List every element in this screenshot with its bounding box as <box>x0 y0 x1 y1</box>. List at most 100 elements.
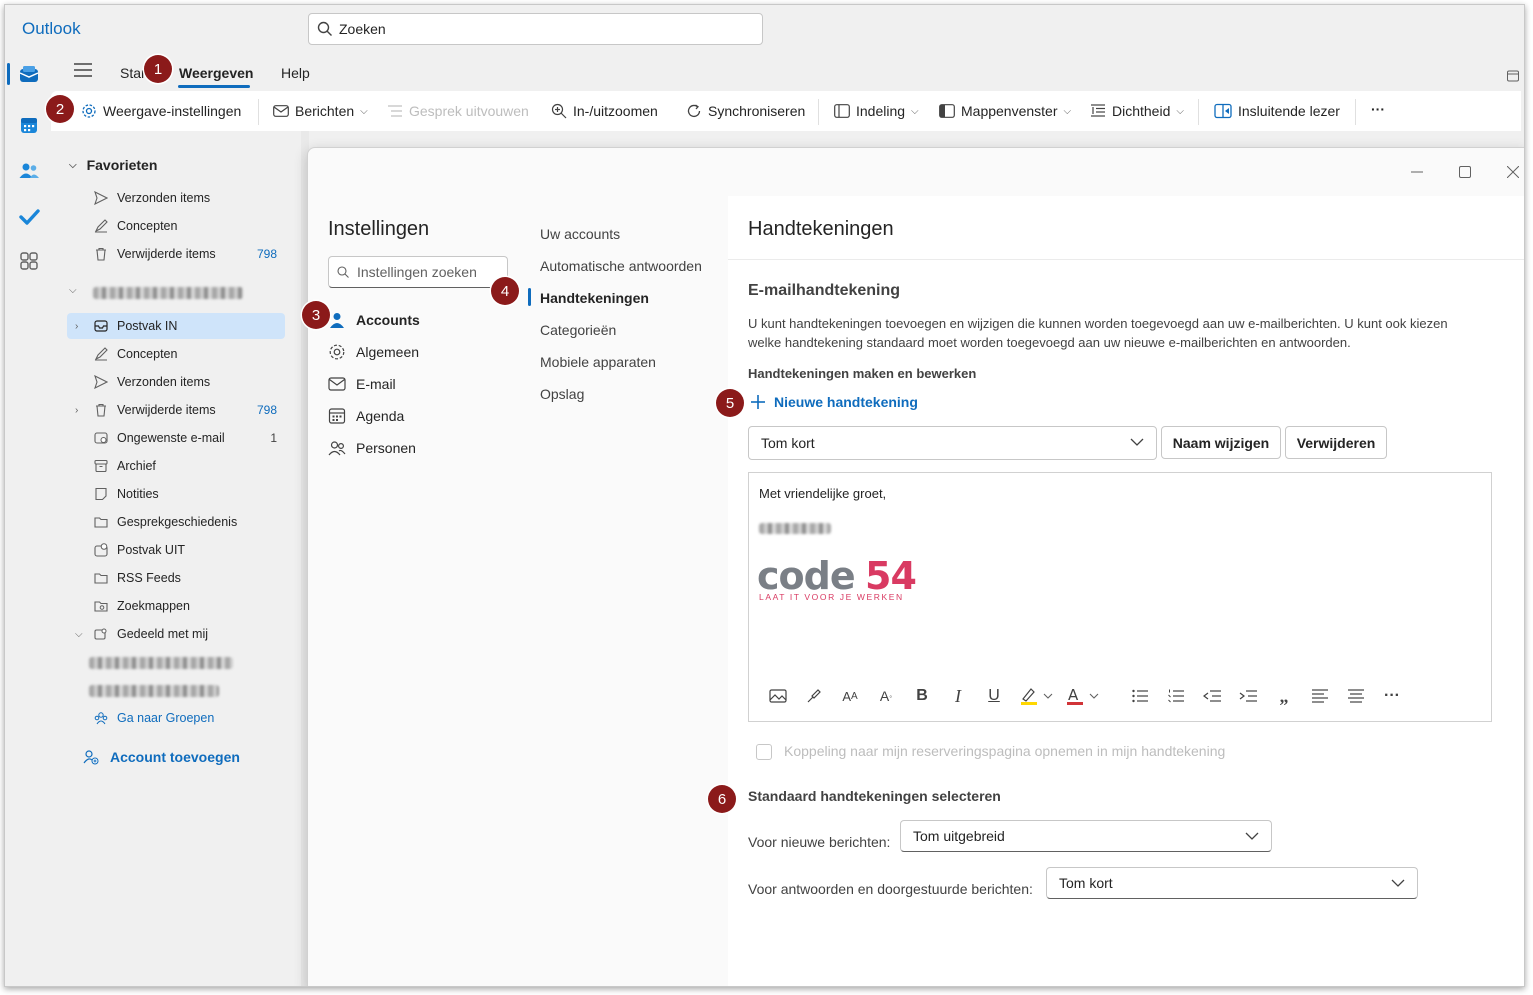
todo-icon[interactable] <box>17 205 41 229</box>
subcategory-categories[interactable]: Categorieën <box>540 322 616 338</box>
go-to-groups-link[interactable]: Ga naar Groepen <box>67 705 285 731</box>
decrease-indent-icon[interactable] <box>1201 681 1223 711</box>
view-settings-button[interactable]: Weergave-instellingen <box>81 103 241 119</box>
step-badge: 3 <box>302 301 330 329</box>
immersive-reader-button[interactable]: Insluitende lezer <box>1214 103 1340 119</box>
hamburger-menu-icon[interactable] <box>74 63 92 80</box>
folder-item[interactable]: Archief <box>67 453 285 479</box>
person-icon <box>330 313 344 328</box>
mail-icon[interactable] <box>17 63 41 87</box>
insert-image-icon[interactable] <box>767 681 789 711</box>
subcategory-storage[interactable]: Opslag <box>540 386 584 402</box>
zoom-button[interactable]: In-/uitzoomen <box>551 103 658 119</box>
italic-icon[interactable]: I <box>947 681 969 711</box>
bold-icon[interactable]: B <box>911 681 933 711</box>
tab-view[interactable]: Weergeven <box>179 65 253 81</box>
density-button[interactable]: Dichtheid ⌵ <box>1090 103 1184 119</box>
minimize-icon[interactable] <box>1407 162 1427 182</box>
category-general[interactable]: Algemeen <box>328 338 419 366</box>
rename-button[interactable]: Naam wijzigen <box>1161 426 1281 459</box>
people-icon[interactable] <box>17 159 41 183</box>
chevron-down-icon <box>1391 879 1405 887</box>
numbering-icon[interactable] <box>1165 681 1187 711</box>
sync-button[interactable]: Synchroniseren <box>686 103 805 119</box>
chevron-down-icon[interactable]: ⌵ <box>69 285 77 296</box>
messages-button[interactable]: Berichten ⌵ <box>273 103 368 119</box>
signature-editor[interactable]: Met vriendelijke groet, code 54 LAAT IT … <box>748 472 1492 722</box>
new-signature-button[interactable]: Nieuwe handtekening <box>750 394 918 410</box>
folder-item[interactable]: Verzonden items <box>67 369 285 395</box>
folder-icon <box>93 514 109 530</box>
more-options-button[interactable]: ··· <box>1371 101 1385 117</box>
shared-mailbox-redacted[interactable] <box>89 685 219 697</box>
font-color-icon[interactable]: A <box>1065 681 1105 711</box>
tab-help[interactable]: Help <box>281 65 310 81</box>
folder-item[interactable]: Zoekmappen <box>67 593 285 619</box>
underline-icon[interactable]: U <box>983 681 1005 711</box>
layout-button[interactable]: Indeling ⌵ <box>834 103 919 119</box>
bullets-icon[interactable] <box>1129 681 1151 711</box>
chevron-down-icon: ⌵ <box>360 105 368 117</box>
signature-select-value: Tom kort <box>761 435 815 451</box>
signature-greeting: Met vriendelijke groet, <box>759 486 887 501</box>
search-box[interactable]: Zoeken <box>308 13 763 45</box>
pane-title: Handtekeningen <box>748 218 894 240</box>
active-tab-underline <box>178 85 250 88</box>
font-icon[interactable]: AA <box>839 681 861 711</box>
svg-text:54: 54 <box>865 557 916 593</box>
font-size-icon[interactable]: A ◦ <box>875 681 897 711</box>
replies-signature-select[interactable]: Tom kort <box>1046 867 1418 899</box>
folder-item[interactable]: Ongewenste e-mail 1 <box>67 425 285 451</box>
ribbon-tabs: Start Weergeven Help <box>51 51 1521 91</box>
subcategory-mobile-devices[interactable]: Mobiele apparaten <box>540 354 656 370</box>
envelope-icon <box>328 377 346 391</box>
favorite-folder[interactable]: Verzonden items <box>67 185 285 211</box>
account-name-redacted[interactable] <box>93 287 243 299</box>
chevron-down-icon: ⌵ <box>911 105 919 117</box>
apps-icon[interactable] <box>17 249 41 273</box>
delete-button[interactable]: Verwijderen <box>1285 426 1387 459</box>
signature-select[interactable]: Tom kort <box>748 426 1157 460</box>
highlight-icon[interactable] <box>1019 681 1059 711</box>
maximize-icon[interactable] <box>1455 162 1475 182</box>
folder-item[interactable]: Postvak UIT <box>67 537 285 563</box>
favorite-folder[interactable]: Concepten <box>67 213 285 239</box>
folder-item[interactable]: Notities <box>67 481 285 507</box>
booking-link-checkbox[interactable] <box>756 744 772 760</box>
settings-categories: Instellingen Instellingen zoeken Account… <box>308 196 520 986</box>
align-center-icon[interactable] <box>1345 681 1367 711</box>
shared-mailbox-redacted[interactable] <box>89 657 233 669</box>
more-formatting-icon[interactable]: ··· <box>1381 681 1403 711</box>
settings-search-input[interactable]: Instellingen zoeken <box>328 256 508 288</box>
expand-conversation-button[interactable]: Gesprek uitvouwen <box>387 103 529 119</box>
folder-item[interactable]: ⌵ Gedeeld met mij <box>67 621 285 647</box>
category-email[interactable]: E-mail <box>328 370 396 398</box>
folder-pane-button[interactable]: Mappenvenster ⌵ <box>939 103 1071 119</box>
favorites-header[interactable]: ⌵ Favorieten <box>69 157 157 173</box>
folder-item[interactable]: › Verwijderde items 798 <box>67 397 285 423</box>
folder-item-inbox[interactable]: › Postvak IN <box>67 313 285 339</box>
folder-item[interactable]: RSS Feeds <box>67 565 285 591</box>
folder-item[interactable]: Gesprekgeschiedenis <box>67 509 285 535</box>
folder-item[interactable]: Concepten <box>67 341 285 367</box>
category-accounts[interactable]: Accounts <box>328 306 420 334</box>
quote-icon[interactable]: „ <box>1273 681 1295 711</box>
mini-calendar-icon[interactable] <box>1507 69 1519 85</box>
chevron-right-icon: › <box>75 404 79 416</box>
subcategory-signatures[interactable]: Handtekeningen <box>540 290 649 306</box>
add-account-button[interactable]: Account toevoegen <box>83 749 240 765</box>
align-left-icon[interactable] <box>1309 681 1331 711</box>
category-people[interactable]: Personen <box>328 434 416 462</box>
format-painter-icon[interactable] <box>803 681 825 711</box>
calendar-icon[interactable] <box>17 113 41 137</box>
new-messages-signature-select[interactable]: Tom uitgebreid <box>900 820 1272 852</box>
close-icon[interactable] <box>1503 162 1523 182</box>
increase-indent-icon[interactable] <box>1237 681 1259 711</box>
trash-icon <box>93 402 109 418</box>
density-icon <box>1091 104 1105 117</box>
subcategory-your-accounts[interactable]: Uw accounts <box>540 226 620 242</box>
favorite-folder[interactable]: Verwijderde items 798 <box>67 241 285 267</box>
category-calendar[interactable]: Agenda <box>328 402 404 430</box>
settings-title: Instellingen <box>328 218 430 240</box>
subcategory-automatic-replies[interactable]: Automatische antwoorden <box>540 258 702 274</box>
